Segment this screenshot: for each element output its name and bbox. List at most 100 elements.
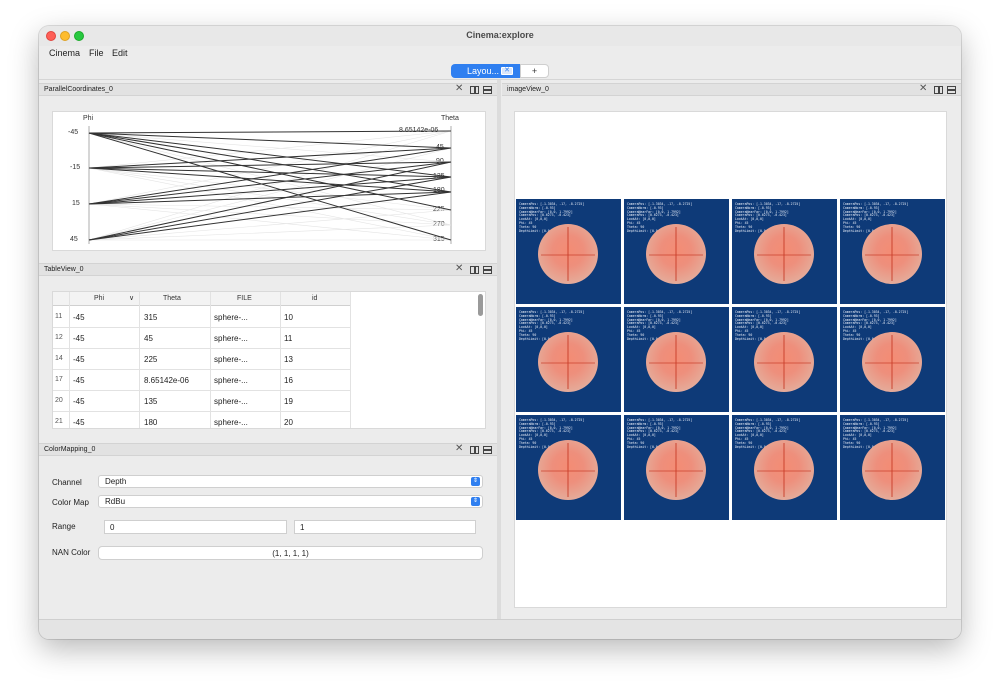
row-number: 17 (55, 376, 63, 383)
row-number: 12 (55, 334, 63, 341)
color-map-value: RdBu (105, 497, 126, 506)
add-tab-button[interactable]: + (520, 64, 549, 78)
window-title: Cinema:explore (466, 30, 534, 40)
split-horizontal-icon[interactable] (470, 446, 479, 454)
data-line (88, 161, 452, 241)
sphere-render (862, 440, 922, 500)
panel-title: TableView_0 (44, 266, 84, 273)
cell-file: sphere-... (214, 376, 248, 385)
cell-id: 11 (284, 334, 293, 343)
range-max-input[interactable]: 1 (294, 520, 476, 534)
sphere-render (862, 224, 922, 284)
table-header: Phi ∨ Theta FILE id (53, 292, 351, 306)
row-number: 21 (55, 418, 63, 425)
cell-id: 20 (284, 418, 293, 427)
menu-file[interactable]: File (89, 48, 104, 58)
table-row[interactable]: 17 -45 8.65142e-06 sphere-... 16 (53, 370, 351, 391)
image-tile[interactable]: CameraPos: [-1.3034, -17, -8.2725] Camer… (516, 199, 621, 304)
range-min-input[interactable]: 0 (104, 520, 287, 534)
close-icon[interactable]: ✕ (919, 84, 927, 94)
close-icon[interactable]: ✕ (455, 264, 463, 274)
cell-file: sphere-... (214, 418, 248, 427)
parallel-coordinates-plot[interactable]: Phi Theta -45 -15 15 45 8.65142e-06 45 9… (52, 111, 486, 251)
app-window: Cinema:explore Cinema File Edit Layou...… (39, 26, 961, 639)
image-view-header: imageView_0 ✕ (502, 83, 961, 96)
data-table[interactable]: Phi ∨ Theta FILE id 11 -45 315 sphere-..… (52, 291, 486, 429)
split-vertical-icon[interactable] (947, 86, 956, 94)
image-tile[interactable]: CameraPos: [-1.3034, -17, -8.2725] Camer… (732, 307, 837, 412)
table-scrollbar[interactable] (478, 294, 483, 316)
table-view-header: TableView_0 ✕ (39, 263, 497, 276)
cell-phi: -45 (73, 334, 85, 343)
split-horizontal-icon[interactable] (470, 86, 479, 94)
image-tile[interactable]: CameraPos: [-1.3034, -17, -8.2725] Camer… (840, 307, 945, 412)
cell-file: sphere-... (214, 334, 248, 343)
column-header-id[interactable]: id (312, 295, 317, 302)
cell-id: 16 (284, 376, 293, 385)
status-bar (39, 619, 961, 639)
cell-phi: -45 (73, 418, 85, 427)
image-tile[interactable]: CameraPos: [-1.3034, -17, -8.2725] Camer… (840, 415, 945, 520)
cell-phi: -45 (73, 313, 85, 322)
close-icon[interactable]: ✕ (455, 84, 463, 94)
image-tile[interactable]: CameraPos: [-1.3034, -17, -8.2725] Camer… (624, 199, 729, 304)
tab-layout[interactable]: Layou... ✕ (451, 64, 520, 78)
chevron-updown-icon: ⇕ (471, 497, 480, 506)
table-row[interactable]: 21 -45 180 sphere-... 20 (53, 412, 351, 428)
image-view-canvas[interactable]: CameraPos: [-1.3034, -17, -8.2725] Camer… (514, 111, 947, 608)
split-vertical-icon[interactable] (483, 446, 492, 454)
sort-chevron-icon[interactable]: ∨ (129, 294, 134, 302)
image-tile[interactable]: CameraPos: [-1.3034, -17, -8.2725] Camer… (840, 199, 945, 304)
split-horizontal-icon[interactable] (470, 266, 479, 274)
menu-cinema[interactable]: Cinema (49, 48, 80, 58)
image-tile[interactable]: CameraPos: [-1.3034, -17, -8.2725] Camer… (732, 199, 837, 304)
row-number: 14 (55, 355, 63, 362)
cell-phi: -45 (73, 376, 85, 385)
image-tile[interactable]: CameraPos: [-1.3034, -17, -8.2725] Camer… (516, 415, 621, 520)
parallel-coordinates-header: ParallelCoordinates_0 ✕ (39, 83, 497, 96)
color-map-select[interactable]: RdBu ⇕ (98, 495, 483, 508)
sphere-render (862, 332, 922, 392)
image-tile[interactable]: CameraPos: [-1.3034, -17, -8.2725] Camer… (624, 307, 729, 412)
panel-controls: ✕ (455, 444, 493, 455)
data-line (88, 132, 452, 149)
table-row[interactable]: 14 -45 225 sphere-... 13 (53, 349, 351, 370)
split-vertical-icon[interactable] (483, 86, 492, 94)
split-horizontal-icon[interactable] (934, 86, 943, 94)
cell-id: 10 (284, 313, 293, 322)
nan-color-label: NAN Color (52, 548, 91, 557)
channel-select[interactable]: Depth ⇕ (98, 475, 483, 488)
split-vertical-icon[interactable] (483, 266, 492, 274)
panel-title: imageView_0 (507, 86, 549, 93)
sphere-render (538, 440, 598, 500)
cell-file: sphere-... (214, 355, 248, 364)
sphere-render (754, 332, 814, 392)
menu-edit[interactable]: Edit (112, 48, 128, 58)
table-row[interactable]: 20 -45 135 sphere-... 19 (53, 391, 351, 412)
image-tile[interactable]: CameraPos: [-1.3034, -17, -8.2725] Camer… (732, 415, 837, 520)
cell-file: sphere-... (214, 397, 248, 406)
column-header-theta[interactable]: Theta (163, 295, 181, 302)
cell-phi: -45 (73, 397, 85, 406)
tab-close-icon[interactable]: ✕ (501, 67, 513, 75)
table-row[interactable]: 11 -45 315 sphere-... 10 (53, 307, 351, 328)
sphere-render (646, 224, 706, 284)
cell-phi: -45 (73, 355, 85, 364)
color-map-label: Color Map (52, 498, 89, 507)
cell-theta: 135 (144, 397, 158, 406)
data-line (88, 132, 452, 178)
column-header-phi[interactable]: Phi (94, 295, 104, 302)
nan-color-button[interactable]: (1, 1, 1, 1) (98, 546, 483, 560)
sphere-render (646, 332, 706, 392)
image-tile[interactable]: CameraPos: [-1.3034, -17, -8.2725] Camer… (624, 415, 729, 520)
channel-value: Depth (105, 477, 127, 486)
row-number: 11 (55, 313, 63, 320)
close-icon[interactable]: ✕ (455, 444, 463, 454)
table-row[interactable]: 12 -45 45 sphere-... 11 (53, 328, 351, 349)
image-tile[interactable]: CameraPos: [-1.3034, -17, -8.2725] Camer… (516, 307, 621, 412)
cell-theta: 180 (144, 418, 158, 427)
panel-splitter[interactable] (497, 80, 501, 619)
panel-controls: ✕ (455, 264, 493, 275)
tab-layout-label: Layou... (467, 66, 500, 76)
column-header-file[interactable]: FILE (237, 295, 252, 302)
